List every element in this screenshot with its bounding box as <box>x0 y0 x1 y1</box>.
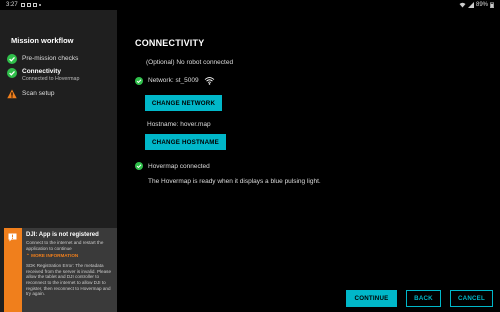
notification-icons <box>20 3 41 7</box>
battery-text: 89% <box>475 2 488 8</box>
network-row: Network: st_5009 <box>135 76 215 85</box>
hovermap-status: Hovermap connected <box>148 162 210 170</box>
notice-text: Connect to the internet and restart the … <box>26 240 104 251</box>
system-icons: 89% <box>459 2 494 8</box>
sidebar-title: Mission workflow <box>11 36 74 45</box>
ready-text-row: The Hovermap is ready when it displays a… <box>148 178 321 185</box>
ready-text: The Hovermap is ready when it displays a… <box>148 178 321 185</box>
check-circle-icon <box>135 76 143 85</box>
main-panel: CONNECTIVITY (Optional) No robot connect… <box>117 10 500 312</box>
hovermap-status-row: Hovermap connected <box>135 162 210 170</box>
step-connectivity[interactable]: Connectivity Connected to Hovermap <box>7 68 79 83</box>
settings-icon <box>32 3 37 7</box>
back-button[interactable]: BACK <box>406 290 441 307</box>
notice-title: DJI: App is not registered <box>26 232 99 238</box>
step-label: Pre-mission checks <box>22 55 79 62</box>
warning-triangle-icon <box>7 89 17 99</box>
dot-icon <box>38 4 41 6</box>
hostname-row: Hostname: hover.map <box>147 121 211 128</box>
step-scan-setup[interactable]: Scan setup <box>7 89 55 99</box>
step-sublabel: Connected to Hovermap <box>22 76 80 82</box>
clock: 3:27 <box>6 2 18 8</box>
notice-accent-bar <box>4 228 22 312</box>
check-circle-icon <box>7 68 17 78</box>
notice-detail: SDK Registration Error: The metadata rec… <box>26 263 112 297</box>
wifi-status-icon <box>459 2 466 8</box>
status-bar: 3:27 89% <box>0 0 500 10</box>
step-pre-mission-checks[interactable]: Pre-mission checks <box>7 54 78 64</box>
step-label: Scan setup <box>22 90 55 97</box>
cancel-button[interactable]: CANCEL <box>450 290 493 307</box>
gallery-icon <box>20 3 25 7</box>
robot-status-text: (Optional) No robot connected <box>146 59 234 66</box>
network-label: Network: st_5009 <box>148 77 199 84</box>
wifi-icon <box>204 77 214 85</box>
hostname-label: Hostname: hover.map <box>147 121 211 128</box>
robot-status: (Optional) No robot connected <box>146 59 233 66</box>
step-label: Connectivity <box>22 68 62 75</box>
battery-icon <box>490 2 494 8</box>
alert-message-icon <box>8 233 17 242</box>
continue-button[interactable]: CONTINUE <box>346 290 397 307</box>
page-title: CONNECTIVITY <box>135 38 205 48</box>
app-icon <box>26 3 31 7</box>
dji-registration-notice: DJI: App is not registered Connect to th… <box>4 228 117 312</box>
change-hostname-button[interactable]: CHANGE HOSTNAME <box>145 134 226 150</box>
signal-icon <box>467 2 474 8</box>
check-circle-icon <box>135 162 143 170</box>
check-circle-icon <box>7 54 17 64</box>
change-network-button[interactable]: CHANGE NETWORK <box>145 95 222 111</box>
more-information-link[interactable]: ⌃ MORE INFORMATION <box>26 253 115 259</box>
